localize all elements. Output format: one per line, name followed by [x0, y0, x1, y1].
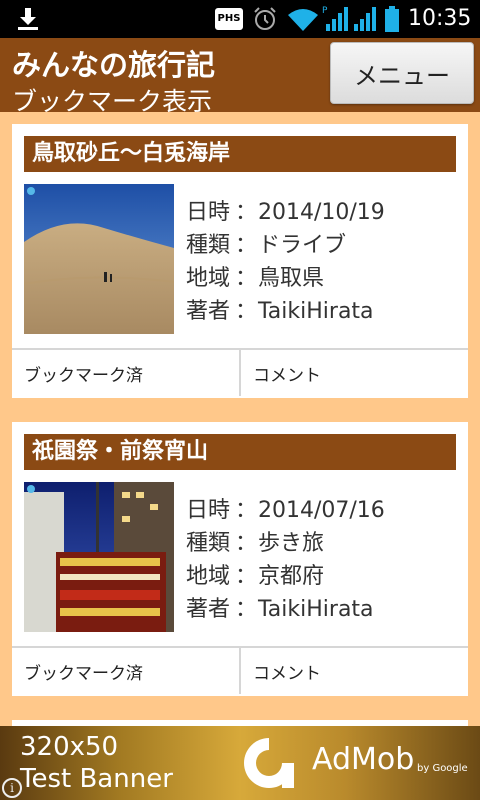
by-google-text: by Google [417, 763, 468, 774]
separator: ： [234, 531, 257, 556]
region-value: 鳥取県 [258, 266, 325, 291]
wifi-icon [288, 9, 318, 31]
travel-info: 日時： 2014/10/19 種類：ドライブ 地域：鳥取県 著者： TaikiHir… [186, 196, 385, 328]
comment-button[interactable]: コメント [239, 648, 468, 694]
phs-icon: PHS [215, 8, 243, 30]
card-actions: ブックマーク済 コメント [12, 348, 468, 396]
admob-logo-icon [244, 738, 294, 788]
travel-thumbnail[interactable] [24, 184, 174, 334]
region-value: 京都府 [258, 564, 325, 589]
travel-card: 祇園祭・前祭宵山 日時： 2014/07/16 種類 ： 歩き旅 地域 ： 京都… [12, 422, 468, 696]
svg-text:P: P [322, 6, 328, 16]
type-label: 種類 [186, 233, 231, 258]
travel-card: 鳥取砂丘～白兎海岸 日時： 2014/10/19 種類：ドライブ 地域： 鳥取県… [12, 124, 468, 398]
region-label: 地域 [186, 266, 231, 291]
author-label: 著者 [186, 299, 231, 324]
card-actions: ブックマーク済 コメント [12, 646, 468, 694]
author-value: TaikiHirata [258, 597, 374, 622]
menu-button[interactable]: メニュー [330, 42, 474, 104]
date-label: 日時 [186, 200, 231, 225]
author-label: 著者 [186, 597, 231, 622]
separator: ： [234, 266, 257, 291]
alarm-icon [254, 7, 276, 30]
signal-icon-2 [354, 7, 376, 31]
signal-icon: P [322, 6, 348, 31]
festival-image [24, 482, 174, 632]
battery-icon [385, 6, 399, 32]
sand-dune-image [24, 184, 174, 334]
type-value: 歩き旅 [258, 531, 325, 556]
comment-button[interactable]: コメント [239, 350, 468, 396]
location-pin-icon [27, 485, 35, 493]
ad-test-text: Test Banner [20, 764, 173, 794]
status-bar: PHS P 10:35 [0, 0, 480, 38]
clock: 10:35 [408, 6, 472, 31]
app-title: みんなの旅行記 [12, 48, 216, 82]
date-value: 2014/10/19 [258, 200, 385, 225]
type-value: ドライブ [258, 233, 347, 258]
travel-info: 日時： 2014/07/16 種類：歩き旅 地域：京都府 著者： TaikiHira… [186, 494, 385, 626]
page-subtitle: ブックマーク表示 [12, 87, 213, 116]
ad-banner[interactable]: 320x50 Test Banner AdMob by Google i [0, 726, 480, 800]
separator: ： [234, 299, 257, 324]
location-pin-icon [27, 187, 35, 195]
separator: ： [234, 597, 257, 622]
ad-info-icon[interactable]: i [2, 778, 22, 798]
separator: ： [234, 200, 257, 225]
date-label: 日時 [186, 498, 231, 523]
card-title[interactable]: 祇園祭・前祭宵山 [24, 434, 456, 470]
app-header: みんなの旅行記 ブックマーク表示 メニュー [0, 38, 480, 116]
author-value: TaikiHirata [258, 299, 374, 324]
separator: ： [234, 498, 257, 523]
card-title[interactable]: 鳥取砂丘～白兎海岸 [24, 136, 456, 172]
region-label: 地域 [186, 564, 231, 589]
download-icon [18, 8, 38, 30]
ad-size-text: 320x50 [20, 732, 119, 762]
separator: ： [234, 564, 257, 589]
bookmark-button[interactable]: ブックマーク済 [12, 648, 239, 694]
travel-thumbnail[interactable] [24, 482, 174, 632]
date-value: 2014/07/16 [258, 498, 385, 523]
separator: ： [234, 233, 257, 258]
type-label: 種類 [186, 531, 231, 556]
bookmark-button[interactable]: ブックマーク済 [12, 350, 239, 396]
admob-brand: AdMob [312, 742, 415, 777]
